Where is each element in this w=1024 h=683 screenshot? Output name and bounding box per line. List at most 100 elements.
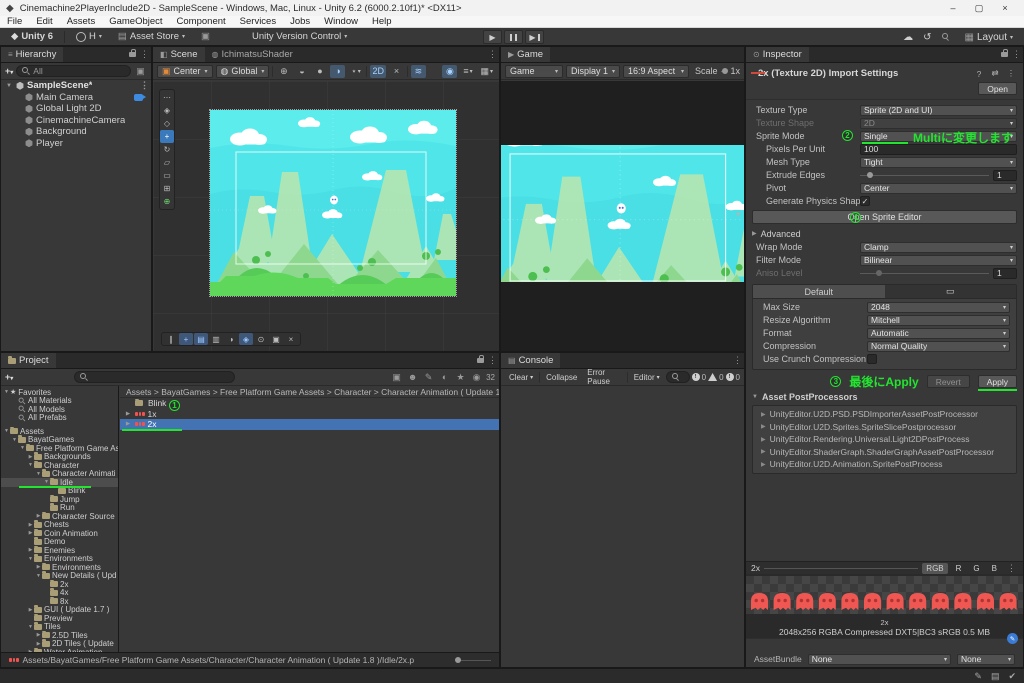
apply-button[interactable]: Apply <box>978 375 1017 388</box>
preview-mip-slider[interactable] <box>764 568 918 569</box>
project-tree-item[interactable]: ▶ 2.5D Tiles <box>1 631 118 640</box>
tab-hierarchy[interactable]: ≡ Hierarchy <box>1 47 63 62</box>
search-icon[interactable] <box>942 33 950 41</box>
tab-default-platform[interactable]: Default <box>753 285 885 298</box>
dropdown[interactable]: Clamp▾ <box>860 242 1017 253</box>
lock-icon[interactable] <box>1001 52 1008 57</box>
tab-console[interactable]: ▤ Console <box>501 353 560 368</box>
play-button[interactable]: ▶ <box>483 30 502 44</box>
project-tree-item[interactable]: ▼ Environments <box>1 555 118 564</box>
console-search[interactable] <box>666 371 690 383</box>
overlay-particles-icon[interactable]: ◈ <box>239 333 253 345</box>
help-icon[interactable]: ? <box>973 69 985 79</box>
project-tree-item[interactable]: ▶ Chests <box>1 521 118 530</box>
slider[interactable]: 1 <box>860 170 1017 181</box>
minimize-button[interactable]: – <box>940 3 966 14</box>
project-tree-item[interactable]: ▼ New Details ( Upd <box>1 572 118 581</box>
overlay-tilemap-icon[interactable]: ▤ <box>194 333 208 345</box>
menu-item[interactable]: File <box>0 16 29 27</box>
label-filter-icon[interactable]: ✎ <box>422 372 435 383</box>
menu-item[interactable]: Edit <box>29 16 59 27</box>
dropdown[interactable]: 2048▾ <box>867 302 1010 313</box>
project-tree-item[interactable]: All Models <box>1 405 118 414</box>
rect-tool-icon[interactable]: ▭ <box>160 169 174 182</box>
channel-button[interactable]: RGB <box>922 563 947 574</box>
scene-menu-icon[interactable]: ⋮ <box>138 80 151 91</box>
collapse-button[interactable]: Collapse <box>542 371 581 384</box>
audio-toggle-icon[interactable]: ≋ <box>411 65 426 78</box>
panel-menu-icon[interactable]: ⋮ <box>138 47 151 62</box>
dropdown[interactable]: Mitchell▾ <box>867 315 1010 326</box>
user-filter-icon[interactable]: ☻ <box>406 372 419 382</box>
maximize-button[interactable]: ▢ <box>966 3 992 14</box>
info-count-badge[interactable]: ! 0 <box>692 373 706 382</box>
gizmos-toggle-icon[interactable]: × <box>389 65 404 78</box>
close-button[interactable]: × <box>992 3 1018 14</box>
pivot-dropdown[interactable]: ▣ Center▾ <box>157 65 213 78</box>
thumbnail-size-slider[interactable] <box>455 660 491 661</box>
tab-scene[interactable]: ◧ Scene <box>153 47 205 62</box>
scene-visibility-icon[interactable]: ◉ <box>442 65 457 78</box>
checkbox[interactable] <box>867 354 877 364</box>
project-tree-item[interactable]: ▼ Tiles <box>1 623 118 632</box>
rotate-tool-icon[interactable]: ↻ <box>160 143 174 156</box>
project-tree-item[interactable]: ▶ Environments <box>1 563 118 572</box>
project-tree-item[interactable]: ▶ 2D Tiles ( Update <box>1 640 118 649</box>
project-tree-item[interactable]: Demo <box>1 538 118 547</box>
tab-ichimatsushader[interactable]: ◍ IchimatsuShader <box>205 47 300 62</box>
scale-slider[interactable] <box>721 71 728 72</box>
pause-button[interactable] <box>504 30 523 44</box>
overlay-search-icon[interactable]: ⊙ <box>254 333 268 345</box>
panel-menu-icon[interactable]: ⋮ <box>486 47 499 62</box>
hierarchy-item[interactable]: Main Camera <box>1 92 151 104</box>
shading-mode-icon[interactable]: ◒ <box>294 65 309 78</box>
project-tree-item[interactable]: 2x <box>1 580 118 589</box>
camera-preview-icon[interactable]: ▦▾ <box>478 65 495 78</box>
hierarchy-item[interactable]: Background <box>1 126 151 138</box>
project-tree-item[interactable]: ▶ Character Source <box>1 512 118 521</box>
project-tree-item[interactable]: Blink <box>1 487 118 496</box>
channel-button[interactable]: G <box>969 563 983 574</box>
orientation-dropdown[interactable]: ◍ Global▾ <box>216 65 270 78</box>
project-tree-item[interactable]: ▶ Enemies <box>1 546 118 555</box>
asset-postprocessors-foldout[interactable]: ▼ Asset PostProcessors <box>746 390 1023 403</box>
project-search[interactable] <box>74 371 235 383</box>
panel-menu-icon[interactable]: ⋮ <box>1010 47 1023 62</box>
lock-icon[interactable] <box>129 52 136 57</box>
menu-item[interactable]: Jobs <box>283 16 317 27</box>
panel-menu-icon[interactable]: ⋮ <box>731 353 744 368</box>
tab-standalone-platform[interactable]: ▭ <box>885 285 1017 298</box>
dropdown[interactable]: Automatic▾ <box>867 328 1010 339</box>
slider[interactable]: 1 <box>860 268 1017 279</box>
cloud-icon[interactable]: ☁ <box>903 32 913 43</box>
sep2[interactable] <box>407 66 408 77</box>
tab-project[interactable]: Project <box>1 353 56 368</box>
collab-icon[interactable]: ▣ <box>196 30 215 44</box>
error-pause-button[interactable]: Error Pause <box>583 371 624 384</box>
project-tree-item[interactable]: Preview <box>1 614 118 623</box>
open-search-icon[interactable]: ▣ <box>390 372 403 383</box>
menu-item[interactable]: GameObject <box>102 16 169 27</box>
overlay-grip[interactable]: ∥ <box>164 333 178 345</box>
dropdown[interactable]: Tight▾ <box>860 157 1017 168</box>
advanced-foldout[interactable]: ▶ Advanced <box>746 227 1023 240</box>
breadcrumb[interactable]: Assets > BayatGames > Free Platform Game… <box>120 386 499 398</box>
revert-button[interactable]: Revert <box>927 375 970 388</box>
project-tree-item[interactable]: 4x <box>1 589 118 598</box>
scene-light-icon[interactable]: ◑ <box>330 65 345 78</box>
progress-check-icon[interactable]: ✔ <box>1008 671 1016 682</box>
menu-item[interactable]: Services <box>233 16 283 27</box>
version-control-dropdown[interactable]: Unity Version Control▾ <box>247 30 352 44</box>
grid-snap-icon[interactable]: ⊕ <box>276 65 291 78</box>
package-manager-icon[interactable]: ▤ <box>991 671 1000 682</box>
add-asset-button[interactable]: +▾ <box>5 372 13 382</box>
hierarchy-scene-row[interactable]: ▼ SampleScene* ⋮ <box>1 80 151 92</box>
dropdown[interactable]: 2D▾ <box>860 118 1017 129</box>
postprocessor-item[interactable]: ▶ UnityEditor.U2D.PSD.PSDImporterAssetPo… <box>753 408 1016 421</box>
editor-dropdown[interactable]: Editor▾ <box>630 371 664 384</box>
dropdown[interactable]: Center▾ <box>860 183 1017 194</box>
view-tool-icon[interactable]: ◈ <box>160 104 174 117</box>
overlay-menu-icon[interactable]: ≡▾ <box>460 65 475 78</box>
project-tree-item[interactable]: All Prefabs <box>1 414 118 423</box>
project-tree-item[interactable]: ▼ ★ Favorites <box>1 388 118 397</box>
